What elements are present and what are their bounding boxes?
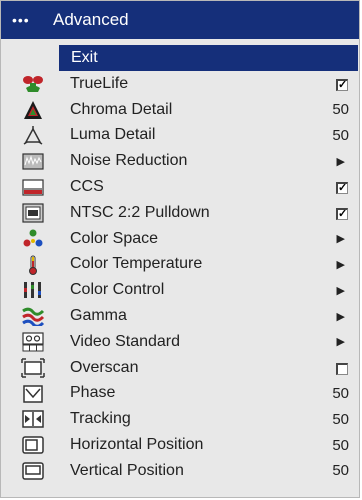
submenu-arrow-icon: ▶ [336, 310, 345, 323]
phase-value[interactable]: 50 [332, 385, 349, 402]
menu-item-phase[interactable]: Phase 50 [1, 381, 359, 407]
video-standard-icon [22, 332, 44, 352]
menu-item-label: Color Control [70, 281, 165, 299]
menu-item-truelife[interactable]: TrueLife ✓ [1, 71, 359, 97]
phase-icon [23, 384, 43, 403]
luma-detail-value[interactable]: 50 [332, 127, 349, 144]
menu-item-color-temperature[interactable]: Color Temperature ▶ [1, 252, 359, 278]
menu-item-label: Color Space [70, 229, 159, 247]
ntsc-pulldown-checkbox[interactable]: ✓ [336, 207, 348, 220]
menu-item-label: Color Temperature [70, 255, 203, 273]
truelife-icon [23, 76, 43, 92]
vertical-position-icon [22, 462, 44, 480]
menu-item-gamma[interactable]: Gamma ▶ [1, 303, 359, 329]
menu-item-label: Phase [70, 384, 116, 402]
gamma-icon [22, 307, 45, 327]
chroma-detail-icon [24, 100, 42, 119]
menu-item-label: Luma Detail [70, 126, 156, 144]
menu-item-video-standard[interactable]: Video Standard ▶ [1, 329, 359, 355]
menu-item-vertical-position[interactable]: Vertical Position 50 [1, 458, 359, 484]
menu-item-color-space[interactable]: Color Space ▶ [1, 226, 359, 252]
color-space-icon [23, 229, 43, 247]
menu-item-label: Overscan [70, 358, 139, 376]
luma-detail-icon [23, 125, 43, 145]
menu-item-label: Horizontal Position [70, 436, 204, 454]
menu-item-label: TrueLife [70, 74, 129, 92]
menu-item-label: Video Standard [70, 332, 181, 350]
submenu-arrow-icon: ▶ [336, 336, 345, 349]
menu-title-bar: ••• Advanced [1, 1, 359, 39]
submenu-arrow-icon: ▶ [336, 284, 345, 297]
menu-item-chroma-detail[interactable]: Chroma Detail 50 [1, 97, 359, 123]
horizontal-position-icon [22, 436, 44, 454]
menu-item-ccs[interactable]: CCS ✓ [1, 174, 359, 200]
pulldown-icon [22, 203, 44, 223]
exit-button[interactable]: Exit [59, 45, 358, 71]
menu-dots-icon: ••• [12, 12, 30, 28]
menu-item-luma-detail[interactable]: Luma Detail 50 [1, 123, 359, 149]
menu-item-horizontal-position[interactable]: Horizontal Position 50 [1, 432, 359, 458]
noise-reduction-icon [22, 153, 44, 170]
menu-item-label: Chroma Detail [70, 100, 173, 118]
menu-item-label: Gamma [70, 307, 127, 325]
horizontal-position-value[interactable]: 50 [332, 437, 349, 454]
exit-label: Exit [71, 49, 98, 66]
menu-items-list: TrueLife ✓ Chroma Detail 50 Luma Detail … [1, 71, 359, 484]
menu-item-ntsc-pulldown[interactable]: NTSC 2:2 Pulldown ✓ [1, 200, 359, 226]
advanced-menu: ••• Advanced Exit TrueLife ✓ Chroma Deta… [0, 0, 360, 498]
submenu-arrow-icon: ▶ [336, 233, 345, 246]
overscan-checkbox[interactable] [336, 362, 348, 375]
menu-item-label: CCS [70, 178, 104, 196]
menu-item-label: Tracking [70, 410, 131, 428]
overscan-icon [21, 358, 45, 378]
menu-item-tracking[interactable]: Tracking 50 [1, 406, 359, 432]
submenu-arrow-icon: ▶ [336, 258, 345, 271]
ccs-checkbox[interactable]: ✓ [336, 182, 348, 195]
tracking-value[interactable]: 50 [332, 411, 349, 428]
submenu-arrow-icon: ▶ [336, 155, 345, 168]
menu-item-label: Vertical Position [70, 461, 184, 479]
tracking-icon [22, 410, 44, 429]
ccs-icon [22, 179, 44, 196]
menu-title: Advanced [53, 10, 129, 29]
menu-item-noise-reduction[interactable]: Noise Reduction ▶ [1, 148, 359, 174]
thermometer-icon [29, 255, 37, 275]
menu-item-label: Noise Reduction [70, 152, 188, 170]
menu-item-label: NTSC 2:2 Pulldown [70, 203, 210, 221]
menu-item-overscan[interactable]: Overscan [1, 355, 359, 381]
chroma-detail-value[interactable]: 50 [332, 101, 349, 118]
color-control-icon [24, 282, 41, 299]
vertical-position-value[interactable]: 50 [332, 462, 349, 479]
menu-item-color-control[interactable]: Color Control ▶ [1, 277, 359, 303]
truelife-checkbox[interactable]: ✓ [336, 79, 348, 91]
